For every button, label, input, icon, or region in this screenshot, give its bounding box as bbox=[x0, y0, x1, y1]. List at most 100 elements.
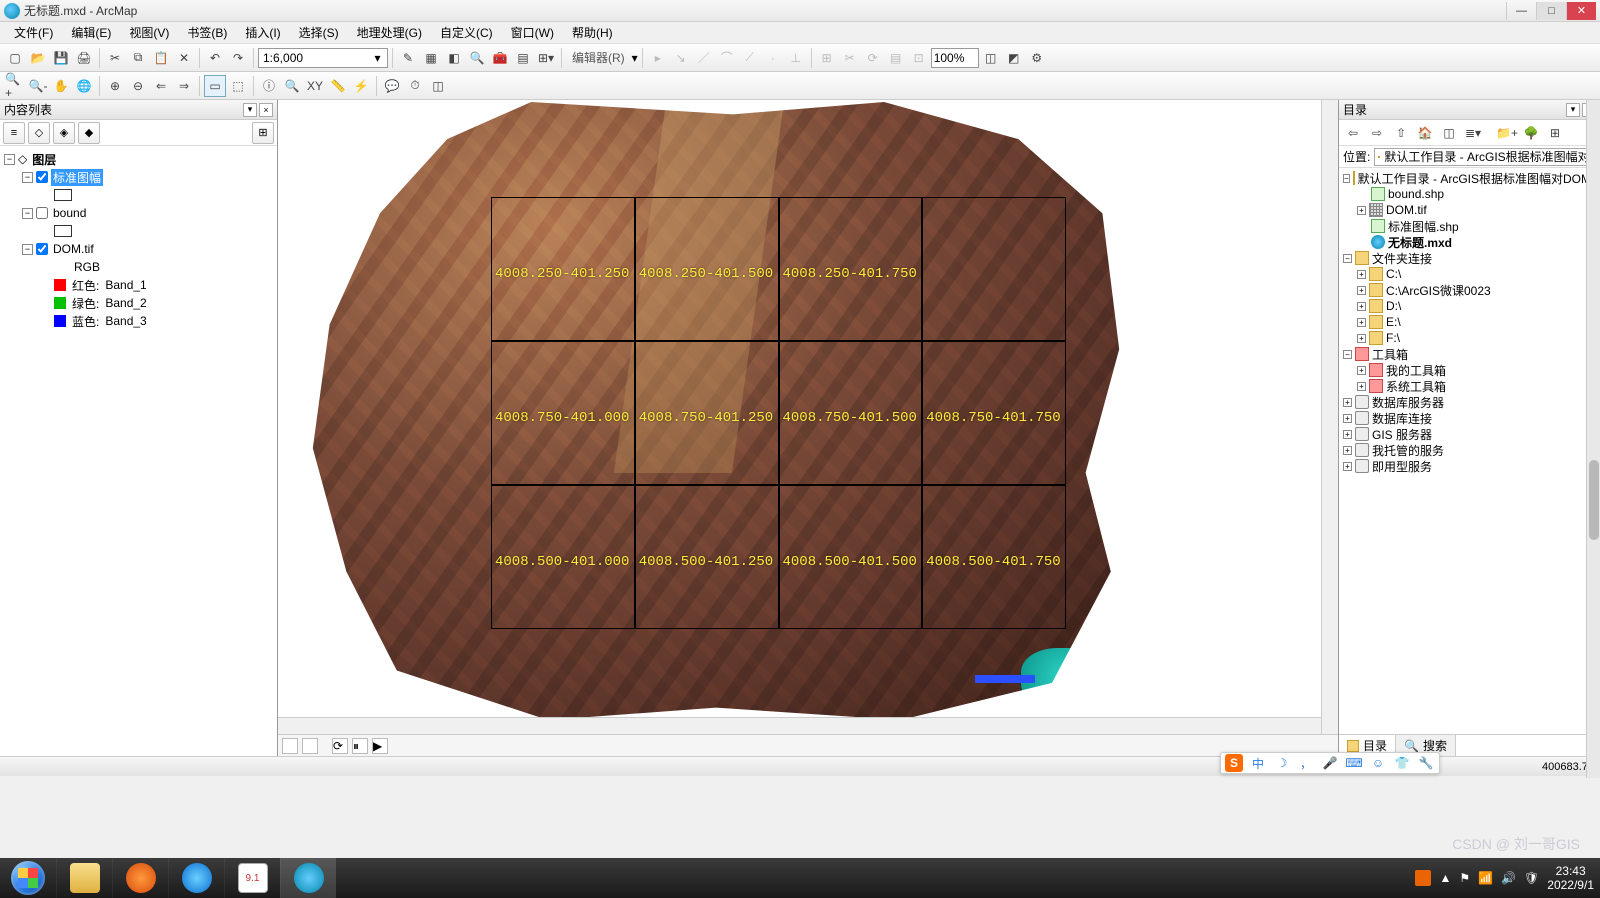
cat-back-button[interactable]: ⇦ bbox=[1342, 122, 1364, 144]
catalog-node[interactable]: +数据库连接 bbox=[1341, 410, 1598, 426]
save-button[interactable]: 💾 bbox=[50, 47, 72, 69]
ime-tool-icon[interactable]: 🔧 bbox=[1417, 754, 1435, 772]
tray-clock[interactable]: 23:43 2022/9/1 bbox=[1547, 864, 1594, 893]
cat-up-button[interactable]: ⇧ bbox=[1390, 122, 1412, 144]
zoom-combo[interactable]: 100% bbox=[931, 48, 979, 68]
cat-toggle-button[interactable]: ◫ bbox=[1438, 122, 1460, 144]
tray-shield-icon[interactable]: 🛡 bbox=[1524, 871, 1539, 885]
twist-icon[interactable]: − bbox=[1343, 254, 1352, 263]
menu-view[interactable]: 视图(V) bbox=[121, 22, 177, 43]
sogou-icon[interactable]: S bbox=[1225, 754, 1243, 772]
toc-root[interactable]: 图层 bbox=[30, 151, 58, 168]
tray-sogou-icon[interactable] bbox=[1415, 870, 1431, 886]
catalog-node[interactable]: −默认工作目录 - ArcGIS根据标准图幅对DOM进 bbox=[1341, 170, 1598, 186]
twist-icon[interactable]: + bbox=[1357, 286, 1366, 295]
python-button[interactable]: ▤ bbox=[512, 47, 534, 69]
zoom-in-button[interactable]: 🔍+ bbox=[4, 75, 26, 97]
cat-list-button[interactable]: ≣▾ bbox=[1462, 122, 1484, 144]
table-button[interactable]: ▦ bbox=[420, 47, 442, 69]
catalog-node[interactable]: +C:\ArcGIS微课0023 bbox=[1341, 282, 1598, 298]
catalog-node[interactable]: +DOM.tif bbox=[1341, 202, 1598, 218]
fixed-zoom-in[interactable]: ⊕ bbox=[104, 75, 126, 97]
taskbar-explorer[interactable] bbox=[56, 858, 112, 898]
scale-combo[interactable]: ▾ bbox=[258, 48, 388, 68]
layout-view-button[interactable] bbox=[302, 738, 318, 754]
find-button[interactable]: 🔍 bbox=[281, 75, 303, 97]
cat-connect-button[interactable]: 📁+ bbox=[1496, 122, 1518, 144]
select-features-button[interactable]: ⬚ bbox=[227, 75, 249, 97]
twist-icon[interactable]: + bbox=[1343, 430, 1352, 439]
measure-button[interactable]: 📏 bbox=[327, 75, 349, 97]
minimize-button[interactable]: — bbox=[1506, 2, 1536, 20]
twist-icon[interactable]: + bbox=[1343, 398, 1352, 407]
taskbar-app1[interactable]: 9.1 bbox=[224, 858, 280, 898]
twist-icon[interactable]: − bbox=[4, 154, 15, 165]
polygon-symbol-icon[interactable] bbox=[54, 189, 72, 201]
layer-name[interactable]: bound bbox=[51, 206, 88, 220]
catalog-node[interactable]: 标准图幅.shp bbox=[1341, 218, 1598, 234]
select-element-button[interactable]: ▭ bbox=[204, 75, 226, 97]
catalog-node[interactable]: +我的工具箱 bbox=[1341, 362, 1598, 378]
catalog-node[interactable]: bound.shp bbox=[1341, 186, 1598, 202]
menu-edit[interactable]: 编辑(E) bbox=[63, 22, 119, 43]
next-extent[interactable]: ⇒ bbox=[173, 75, 195, 97]
menu-selection[interactable]: 选择(S) bbox=[291, 22, 347, 43]
taskbar-firefox[interactable] bbox=[112, 858, 168, 898]
prev-extent[interactable]: ⇐ bbox=[150, 75, 172, 97]
create-features-button[interactable]: ◫ bbox=[980, 47, 1002, 69]
toc-pin-button[interactable]: ▾ bbox=[243, 103, 257, 117]
undo-button[interactable]: ↶ bbox=[204, 47, 226, 69]
catalog-button[interactable]: ◧ bbox=[443, 47, 465, 69]
layer-checkbox[interactable] bbox=[36, 243, 48, 255]
toc-tree[interactable]: − ◇ 图层 − 标准图幅 − bound bbox=[0, 146, 277, 756]
catalog-node[interactable]: +数据库服务器 bbox=[1341, 394, 1598, 410]
cat-home-button[interactable]: 🏠 bbox=[1414, 122, 1436, 144]
ime-mic-icon[interactable]: 🎤 bbox=[1321, 754, 1339, 772]
tray-up-icon[interactable]: ▲ bbox=[1439, 871, 1451, 885]
goto-xy-button[interactable]: XY bbox=[304, 75, 326, 97]
twist-icon[interactable]: + bbox=[1357, 270, 1366, 279]
refresh-button[interactable]: ⟳ bbox=[332, 738, 348, 754]
ime-face-icon[interactable]: ☺ bbox=[1369, 754, 1387, 772]
twist-icon[interactable]: − bbox=[22, 244, 33, 255]
ime-comma-icon[interactable]: ， bbox=[1297, 754, 1315, 772]
print-button[interactable]: 🖨 bbox=[73, 47, 95, 69]
georef-options[interactable]: ⚙ bbox=[1026, 47, 1048, 69]
twist-icon[interactable]: − bbox=[22, 172, 33, 183]
catalog-node[interactable]: +即用型服务 bbox=[1341, 458, 1598, 474]
layer-checkbox[interactable] bbox=[36, 171, 48, 183]
identify-button[interactable]: ⓘ bbox=[258, 75, 280, 97]
twist-icon[interactable]: − bbox=[1343, 350, 1352, 359]
tray-vol-icon[interactable]: 🔊 bbox=[1501, 871, 1516, 885]
map-hscroll[interactable] bbox=[278, 717, 1321, 734]
twist-icon[interactable]: + bbox=[1343, 462, 1352, 471]
catalog-node[interactable]: +系统工具箱 bbox=[1341, 378, 1598, 394]
twist-icon[interactable]: + bbox=[1357, 382, 1366, 391]
catalog-node[interactable]: −文件夹连接 bbox=[1341, 250, 1598, 266]
time-slider-button[interactable]: ⏱ bbox=[404, 75, 426, 97]
fixed-zoom-out[interactable]: ⊖ bbox=[127, 75, 149, 97]
data-view-button[interactable] bbox=[282, 738, 298, 754]
layer-checkbox[interactable] bbox=[36, 207, 48, 219]
ime-person-icon[interactable]: 👕 bbox=[1393, 754, 1411, 772]
twist-icon[interactable]: + bbox=[1343, 414, 1352, 423]
viewer-button[interactable]: ◫ bbox=[427, 75, 449, 97]
layer-name[interactable]: 标准图幅 bbox=[51, 169, 103, 186]
search-button[interactable]: 🔍 bbox=[466, 47, 488, 69]
catalog-node[interactable]: +F:\ bbox=[1341, 330, 1598, 346]
polygon-symbol-icon[interactable] bbox=[54, 225, 72, 237]
menu-help[interactable]: 帮助(H) bbox=[564, 22, 621, 43]
delete-button[interactable]: ✕ bbox=[173, 47, 195, 69]
twist-icon[interactable]: + bbox=[1343, 446, 1352, 455]
toc-by-visibility[interactable]: ◈ bbox=[53, 122, 75, 144]
toc-by-source[interactable]: ◇ bbox=[28, 122, 50, 144]
map-vscroll[interactable] bbox=[1321, 100, 1338, 734]
menu-customize[interactable]: 自定义(C) bbox=[432, 22, 501, 43]
play-button[interactable]: ▶ bbox=[372, 738, 388, 754]
ime-bar[interactable]: S 中 ☽ ， 🎤 ⌨ ☺ 👕 🔧 bbox=[1220, 752, 1440, 774]
menu-file[interactable]: 文件(F) bbox=[6, 22, 61, 43]
close-button[interactable]: ✕ bbox=[1566, 2, 1596, 20]
georef-button[interactable]: ◩ bbox=[1003, 47, 1025, 69]
catalog-tree[interactable]: −默认工作目录 - ArcGIS根据标准图幅对DOM进bound.shp+DOM… bbox=[1339, 168, 1600, 734]
open-button[interactable]: 📂 bbox=[27, 47, 49, 69]
